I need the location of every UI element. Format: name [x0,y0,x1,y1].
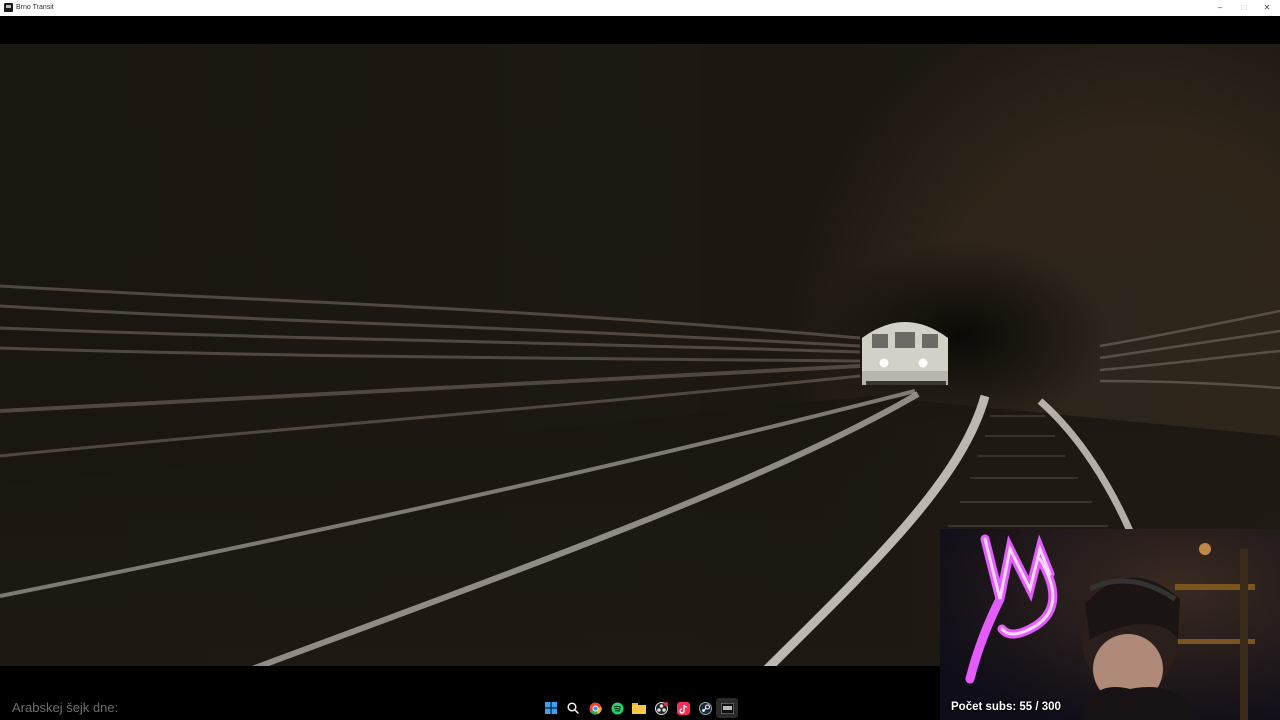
file-explorer-icon[interactable] [628,698,650,718]
stream-ticker-label: Arabskej šejk dne: [12,700,119,715]
tiktok-icon[interactable] [672,698,694,718]
game-window-icon[interactable] [716,698,738,718]
windows-start-icon[interactable] [540,698,562,718]
train-headlight-left [879,358,889,368]
close-button[interactable]: ✕ [1256,0,1278,16]
window-titlebar: Brno Transit – □ ✕ [0,0,1280,17]
taskbar [540,698,738,718]
train-headlight-right [918,358,928,368]
minimize-button[interactable]: – [1209,0,1231,16]
steam-icon[interactable] [694,698,716,718]
spotify-icon[interactable] [606,698,628,718]
chrome-icon[interactable] [584,698,606,718]
app-icon [4,3,13,12]
metro-train [862,322,948,385]
webcam-overlay [940,529,1280,720]
subscriber-counter: Počet subs: 55 / 300 [951,701,1061,713]
maximize-button[interactable]: □ [1233,0,1255,16]
search-icon[interactable] [562,698,584,718]
obs-icon[interactable] [650,698,672,718]
window-title: Brno Transit [16,4,54,11]
